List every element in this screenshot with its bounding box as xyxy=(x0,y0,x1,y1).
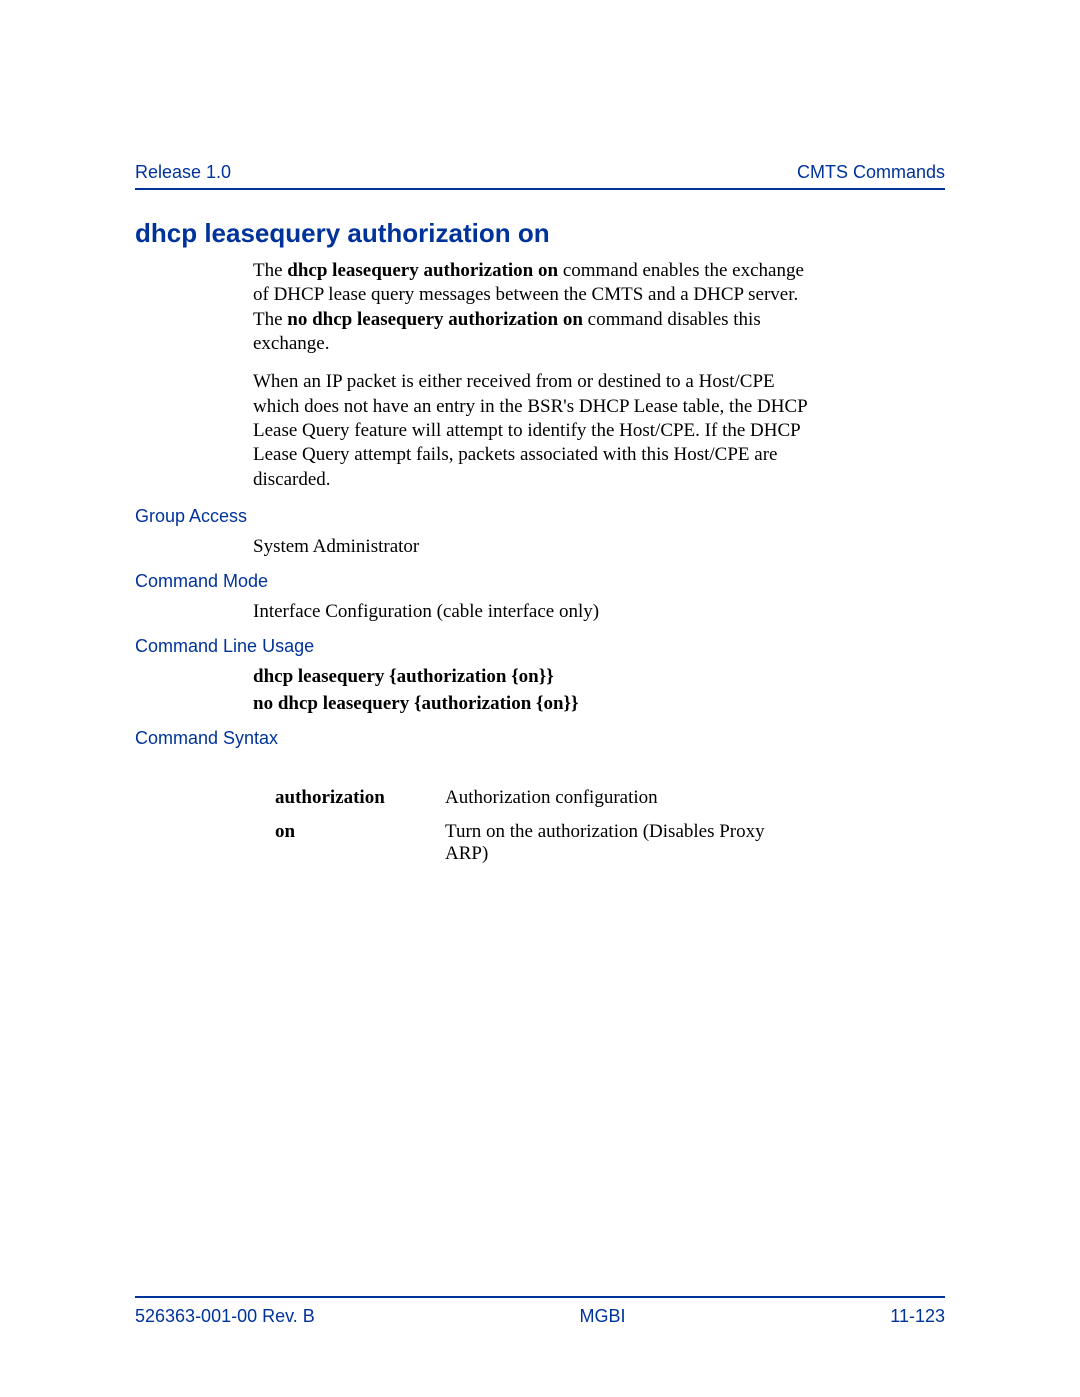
param-table: authorization Authorization configuratio… xyxy=(275,787,945,865)
header-rule xyxy=(135,188,945,190)
p1-bold-2: no dhcp leasequery authorization on xyxy=(287,309,583,330)
header-left: Release 1.0 xyxy=(135,160,231,184)
command-mode-value: Interface Configuration (cable interface… xyxy=(253,600,813,624)
group-access-heading: Group Access xyxy=(135,506,945,527)
footer: 526363-001-00 Rev. B MGBI 11-123 xyxy=(135,1296,945,1327)
param-name-1: on xyxy=(275,821,445,865)
command-syntax-heading: Command Syntax xyxy=(135,728,945,749)
p1-bold-1: dhcp leasequery authorization on xyxy=(287,260,558,281)
header-right: CMTS Commands xyxy=(797,160,945,184)
intro-paragraph-1: The dhcp leasequery authorization on com… xyxy=(253,259,813,356)
footer-center: MGBI xyxy=(580,1306,626,1327)
param-name-0: authorization xyxy=(275,787,445,809)
footer-right: 11-123 xyxy=(890,1306,945,1327)
footer-row: 526363-001-00 Rev. B MGBI 11-123 xyxy=(135,1306,945,1327)
page-title: dhcp leasequery authorization on xyxy=(135,218,945,249)
command-mode-heading: Command Mode xyxy=(135,571,945,592)
param-desc-0: Authorization configuration xyxy=(445,787,765,809)
p1-pre: The xyxy=(253,260,287,281)
footer-left: 526363-001-00 Rev. B xyxy=(135,1306,315,1327)
intro-block: The dhcp leasequery authorization on com… xyxy=(253,259,813,492)
page-container: Release 1.0 CMTS Commands dhcp leasequer… xyxy=(0,0,1080,1397)
param-desc-1: Turn on the authorization (Disables Prox… xyxy=(445,821,765,865)
header-row: Release 1.0 CMTS Commands xyxy=(135,160,945,184)
intro-paragraph-2: When an IP packet is either received fro… xyxy=(253,370,813,492)
footer-rule xyxy=(135,1296,945,1298)
group-access-value: System Administrator xyxy=(253,535,813,559)
usage-line-2: no dhcp leasequery {authorization {on}} xyxy=(253,692,813,716)
usage-line-1: dhcp leasequery {authorization {on}} xyxy=(253,665,813,689)
command-line-usage-heading: Command Line Usage xyxy=(135,636,945,657)
